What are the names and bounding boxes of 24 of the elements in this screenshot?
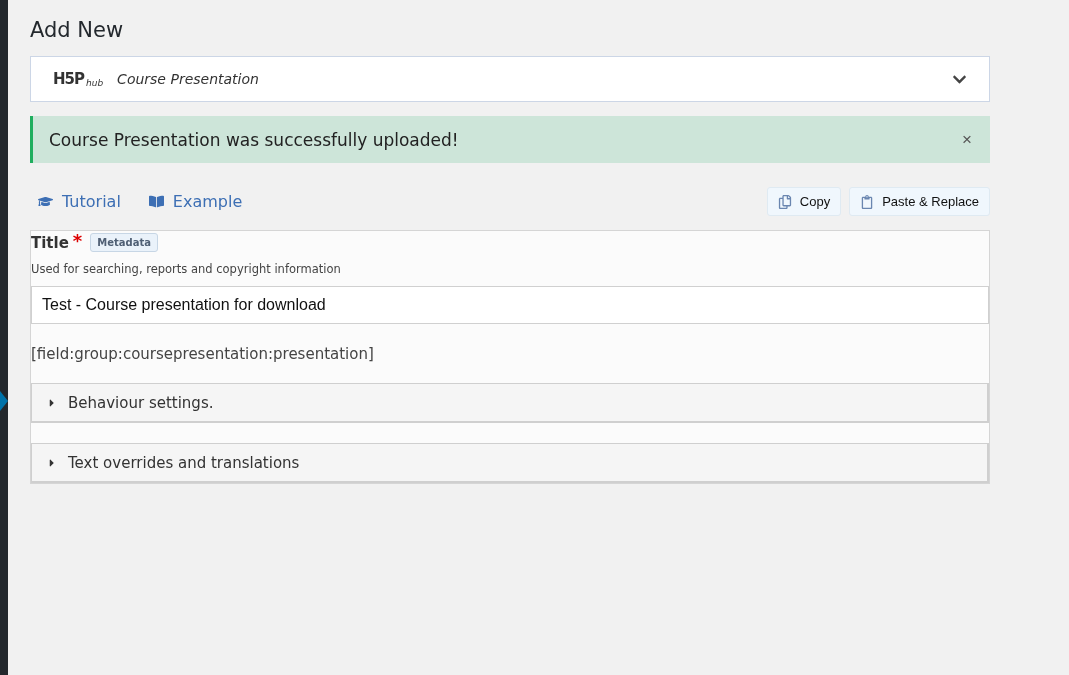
title-input[interactable]: Test - Course presentation for download [31,286,989,324]
content-type-selector[interactable]: H5Phub Course Presentation [30,56,990,102]
graduation-cap-icon [38,194,53,209]
field-label: Title [31,233,69,252]
book-icon [148,194,164,209]
hub-logo: H5P [53,70,84,88]
field-placeholder-text: [field:group:coursepresentation:presentation] [31,344,375,365]
settings-group[interactable]: Text overrides and translations [31,443,989,483]
example-link[interactable]: Example [148,192,243,211]
content-type-name: Course Presentation [117,71,260,87]
copy-icon [777,194,792,209]
paste-button[interactable]: Paste & Replace [849,187,990,216]
tutorial-link[interactable]: Tutorial [38,192,121,211]
page-title: Add New [30,18,125,42]
copy-button[interactable]: Copy [766,187,842,216]
required-mark: * [72,230,83,251]
settings-group[interactable]: Behaviour settings. [31,383,989,423]
metadata-button[interactable]: Metadata [90,233,158,252]
current-menu-marker [0,391,8,411]
notice-message: Course Presentation was successfully uploaded! [49,129,460,150]
close-button[interactable]: × [962,129,972,150]
field-description: Used for searching, reports and copyright information [31,262,342,276]
clipboard-icon [860,194,875,209]
hub-logo-sub: hub [86,78,104,88]
